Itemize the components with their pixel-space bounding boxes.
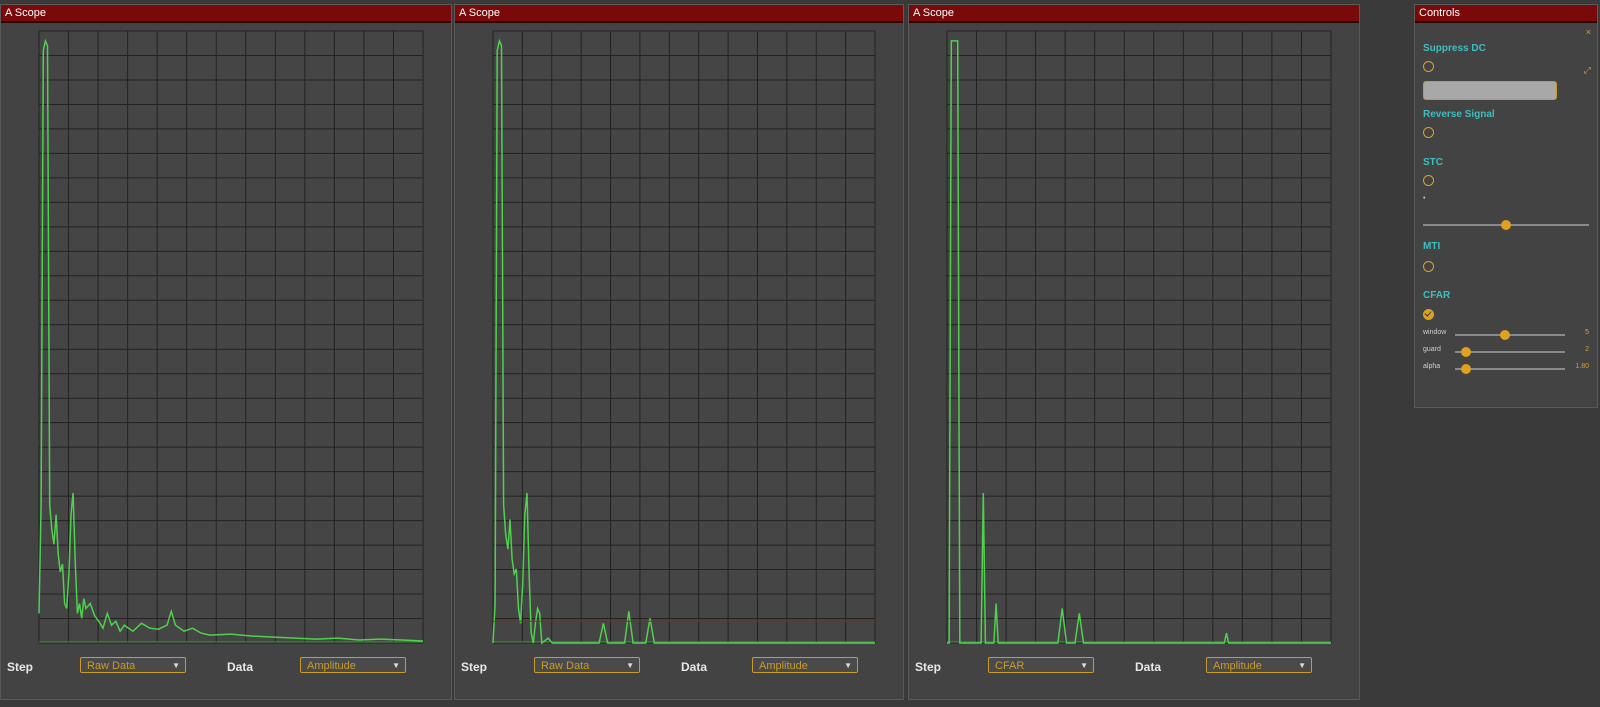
caret-down-icon: ▼ [1298, 661, 1306, 670]
step-label: Step [461, 660, 488, 674]
plot-area [493, 31, 875, 643]
ascope-panel-3: A Scope Step CFAR ▼ Data Amplitude ▼ [908, 4, 1360, 700]
cfar-label: CFAR [1423, 290, 1451, 301]
expand-icon[interactable]: ⤢ [1584, 65, 1591, 76]
alpha-slider-label: alpha [1423, 363, 1441, 370]
data-select-value: Amplitude [307, 660, 356, 672]
suppress-dc-toggle[interactable] [1423, 61, 1434, 72]
plot-area [39, 31, 423, 643]
ascope-plot-2 [492, 30, 876, 645]
data-select-value: Amplitude [1213, 660, 1262, 672]
panel-title: A Scope [455, 5, 903, 23]
ascope-panel-1: A Scope Step Raw Data ▼ Data Amplitude ▼ [0, 4, 452, 700]
window-slider-knob[interactable] [1499, 330, 1510, 340]
stc-slider-knob[interactable] [1501, 220, 1511, 230]
window-slider-label: window [1423, 329, 1447, 336]
guard-slider-knob[interactable] [1461, 347, 1471, 357]
data-select[interactable]: Amplitude ▼ [752, 657, 858, 673]
step-label: Step [7, 660, 34, 674]
panel-footer: Step Raw Data ▼ Data Amplitude ▼ [455, 657, 903, 679]
step-select-value: Raw Data [541, 660, 590, 672]
step-select[interactable]: Raw Data ▼ [534, 657, 640, 673]
controls-panel: Controls × Suppress DC ⤢ Reverse Signal … [1414, 4, 1598, 408]
step-label: Step [915, 660, 942, 674]
alpha-slider-track[interactable] [1455, 368, 1565, 370]
mti-toggle[interactable] [1423, 261, 1434, 272]
data-label: Data [1135, 660, 1162, 674]
window-slider-value: 5 [1585, 329, 1589, 336]
caret-down-icon: ▼ [392, 661, 400, 670]
panel-footer: Step CFAR ▼ Data Amplitude ▼ [909, 657, 1359, 679]
ascope-plot-3 [946, 30, 1332, 644]
stc-label: STC [1423, 157, 1443, 168]
reverse-signal-toggle[interactable] [1423, 127, 1434, 138]
guard-slider-label: guard [1423, 346, 1441, 353]
caret-down-icon: ▼ [626, 661, 634, 670]
caret-down-icon: ▼ [844, 661, 852, 670]
step-select-value: CFAR [995, 660, 1025, 672]
cfar-toggle[interactable] [1423, 309, 1434, 320]
guard-slider-value: 2 [1585, 346, 1589, 353]
reverse-signal-label: Reverse Signal [1423, 109, 1495, 120]
panel-footer: Step Raw Data ▼ Data Amplitude ▼ [1, 657, 451, 679]
controls-title: Controls [1415, 5, 1597, 23]
plot-area [947, 31, 1331, 643]
stc-slider-dot: • [1423, 195, 1426, 202]
data-select[interactable]: Amplitude ▼ [1206, 657, 1312, 673]
step-select-value: Raw Data [87, 660, 136, 672]
alpha-slider-value: 1.80 [1575, 363, 1589, 370]
panel-title: A Scope [1, 5, 451, 23]
ascope-plot-1 [38, 30, 424, 644]
step-select[interactable]: Raw Data ▼ [80, 657, 186, 673]
suppress-dc-label: Suppress DC [1423, 43, 1486, 54]
caret-down-icon: ▼ [1080, 661, 1088, 670]
stc-toggle[interactable] [1423, 175, 1434, 186]
caret-down-icon: ▼ [172, 661, 180, 670]
data-select[interactable]: Amplitude ▼ [300, 657, 406, 673]
guard-slider-track[interactable] [1455, 351, 1565, 353]
data-label: Data [681, 660, 708, 674]
close-icon[interactable]: × [1586, 27, 1591, 37]
window-slider-track[interactable] [1455, 334, 1565, 336]
mti-label: MTI [1423, 241, 1441, 252]
panel-title: A Scope [909, 5, 1359, 23]
suppress-dc-bar[interactable] [1423, 81, 1557, 100]
ascope-panel-2: A Scope Step Raw Data ▼ Data Amplitude ▼ [454, 4, 904, 700]
data-select-value: Amplitude [759, 660, 808, 672]
alpha-slider-knob[interactable] [1461, 364, 1471, 374]
data-label: Data [227, 660, 254, 674]
step-select[interactable]: CFAR ▼ [988, 657, 1094, 673]
